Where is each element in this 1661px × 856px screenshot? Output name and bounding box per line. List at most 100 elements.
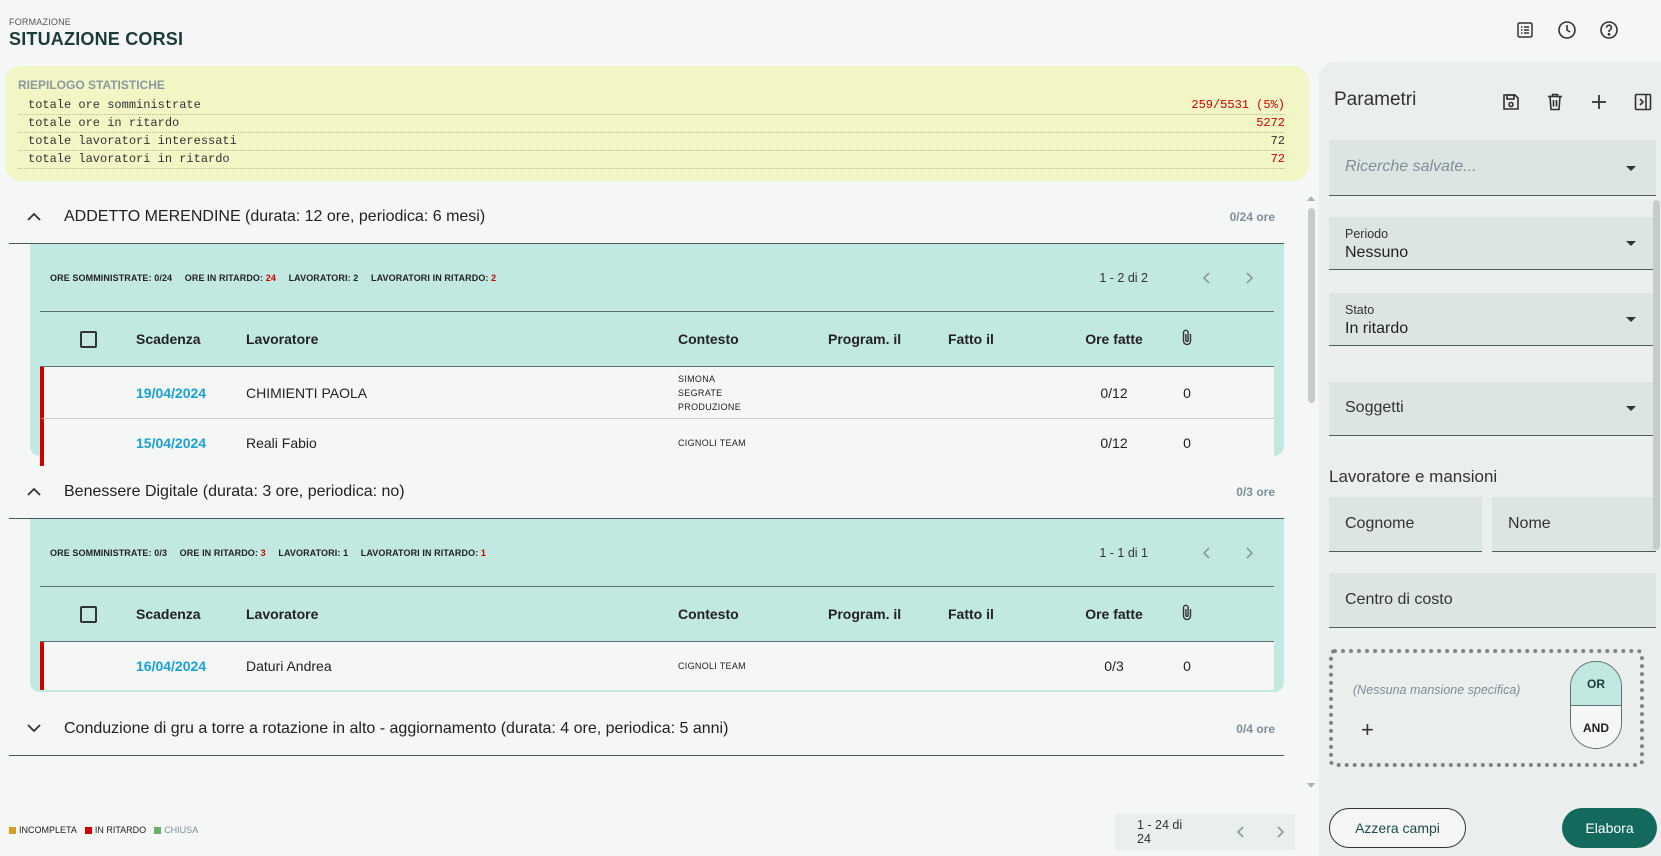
next-page-button[interactable] bbox=[1236, 271, 1264, 284]
stat-value: 2 bbox=[353, 272, 359, 283]
saved-searches-select[interactable]: Ricerche salvate... bbox=[1329, 140, 1656, 196]
next-page-button[interactable] bbox=[1268, 826, 1295, 838]
page-section-label: FORMAZIONE bbox=[9, 17, 71, 27]
lavoratore-name: Daturi Andrea bbox=[246, 658, 332, 674]
no-mansione-text: (Nessuna mansione specifica) bbox=[1353, 683, 1521, 697]
reset-button[interactable]: Azzera campi bbox=[1329, 808, 1466, 848]
col-fatto[interactable]: Fatto il bbox=[948, 606, 1066, 622]
stat-label: LAVORATORI: bbox=[278, 547, 341, 558]
help-icon[interactable] bbox=[1595, 16, 1623, 44]
col-ore-fatte[interactable]: Ore fatte bbox=[1066, 606, 1162, 622]
or-option[interactable]: OR bbox=[1571, 662, 1621, 706]
sidebar-scrollbar[interactable] bbox=[1653, 200, 1660, 550]
lavoratore-name: CHIMIENTI PAOLA bbox=[246, 384, 368, 401]
course-header[interactable]: Conduzione di gru a torre a rotazione in… bbox=[9, 702, 1284, 756]
stato-select[interactable]: Stato In ritardo bbox=[1329, 293, 1656, 346]
course-title: Benessere Digitale (durata: 3 ore, perio… bbox=[64, 482, 405, 500]
list-icon[interactable] bbox=[1511, 16, 1539, 44]
stat-row: totale lavoratori in ritardo 72 bbox=[18, 151, 1285, 169]
col-scadenza[interactable]: Scadenza bbox=[136, 606, 246, 622]
stato-label: Stato bbox=[1345, 303, 1375, 317]
contesto-line: SEGRATE bbox=[678, 387, 723, 398]
submit-button[interactable]: Elabora bbox=[1562, 808, 1657, 848]
contesto-line: CIGNOLI TEAM bbox=[678, 437, 746, 448]
stat-label: totale lavoratori interessati bbox=[28, 134, 237, 148]
parameters-toolbar bbox=[1497, 88, 1657, 116]
nome-placeholder: Nome bbox=[1508, 515, 1551, 532]
prev-page-button[interactable] bbox=[1192, 271, 1220, 284]
table-row[interactable]: 15/04/2024 Reali Fabio CIGNOLI TEAM 0/12… bbox=[40, 419, 1274, 466]
chevron-down-icon[interactable] bbox=[9, 724, 59, 733]
col-contesto[interactable]: Contesto bbox=[678, 606, 828, 622]
table-header: Scadenza Lavoratore Contesto Program. il… bbox=[40, 587, 1274, 642]
nome-field[interactable]: Nome bbox=[1492, 497, 1656, 552]
dropdown-arrow-icon bbox=[1626, 406, 1636, 411]
stat-label: ORE SOMMINISTRATE: bbox=[50, 272, 152, 283]
stat-label: totale ore somministrate bbox=[28, 98, 201, 112]
next-page-button[interactable] bbox=[1236, 546, 1264, 559]
col-programmato[interactable]: Program. il bbox=[828, 331, 948, 347]
col-fatto[interactable]: Fatto il bbox=[948, 331, 1066, 347]
list-scrollbar[interactable] bbox=[1307, 194, 1315, 790]
stato-value: In ritardo bbox=[1345, 320, 1409, 337]
stat-label: LAVORATORI: bbox=[288, 272, 351, 283]
stat-row: totale ore somministrate 259/5531 (5%) bbox=[18, 97, 1285, 115]
col-ore-fatte[interactable]: Ore fatte bbox=[1066, 331, 1162, 347]
mansioni-box: (Nessuna mansione specifica) + OR AND bbox=[1329, 649, 1644, 767]
stat-label: LAVORATORI IN RITARDO: bbox=[360, 547, 479, 558]
col-lavoratore[interactable]: Lavoratore bbox=[246, 331, 678, 347]
collapse-panel-icon[interactable] bbox=[1629, 88, 1657, 116]
course-header[interactable]: Benessere Digitale (durata: 3 ore, perio… bbox=[9, 465, 1284, 519]
table-row[interactable]: 16/04/2024 Daturi Andrea CIGNOLI TEAM 0/… bbox=[40, 642, 1274, 690]
add-mansione-icon[interactable]: + bbox=[1361, 717, 1374, 743]
stat-value: 1 bbox=[480, 547, 487, 558]
soggetti-select[interactable]: Soggetti bbox=[1329, 382, 1656, 436]
allegati-count: 0 bbox=[1183, 384, 1191, 401]
scadenza-date[interactable]: 15/04/2024 bbox=[136, 435, 246, 451]
prev-page-button[interactable] bbox=[1192, 546, 1220, 559]
centro-costo-field[interactable]: Centro di costo bbox=[1329, 573, 1656, 628]
stat-value: 24 bbox=[265, 272, 276, 283]
prev-page-button[interactable] bbox=[1226, 826, 1253, 838]
and-option[interactable]: AND bbox=[1571, 706, 1621, 748]
course-header[interactable]: ADDETTO MERENDINE (durata: 12 ore, perio… bbox=[9, 190, 1284, 244]
stat-label: ORE IN RITARDO: bbox=[179, 547, 259, 558]
stat-label: ORE SOMMINISTRATE: bbox=[50, 547, 152, 558]
history-icon[interactable] bbox=[1553, 16, 1581, 44]
table-row[interactable]: 19/04/2024 CHIMIENTI PAOLA SIMONA SEGRAT… bbox=[40, 367, 1274, 419]
contesto-cell: SIMONA SEGRATE PRODUZIONE bbox=[678, 372, 828, 414]
logic-toggle: OR AND bbox=[1570, 661, 1622, 749]
chevron-up-icon[interactable] bbox=[9, 487, 59, 496]
saved-searches-placeholder: Ricerche salvate... bbox=[1345, 158, 1477, 175]
periodo-select[interactable]: Periodo Nessuno bbox=[1329, 217, 1656, 270]
header-toolbar bbox=[1511, 16, 1661, 44]
scrollbar-thumb[interactable] bbox=[1308, 208, 1315, 403]
col-programmato[interactable]: Program. il bbox=[828, 606, 948, 622]
course-hours: 0/24 ore bbox=[1229, 209, 1275, 224]
page-title: SITUAZIONE CORSI bbox=[9, 29, 184, 49]
scadenza-date[interactable]: 16/04/2024 bbox=[136, 658, 246, 674]
course-panel: ORE SOMMINISTRATE: 0/24 ORE IN RITARDO: … bbox=[30, 244, 1284, 466]
pagination-range: 1 - 24 di 24 bbox=[1137, 818, 1183, 846]
contesto-line: CIGNOLI TEAM bbox=[678, 661, 746, 671]
ore-fatte: 0/12 bbox=[1100, 434, 1128, 451]
stat-value: 1 bbox=[343, 547, 349, 558]
select-all-checkbox[interactable] bbox=[79, 605, 97, 623]
legend-item: CHIUSA bbox=[154, 825, 198, 835]
select-all-checkbox[interactable] bbox=[79, 330, 97, 348]
stat-value: 72 bbox=[1270, 134, 1285, 148]
col-scadenza[interactable]: Scadenza bbox=[136, 331, 246, 347]
course-stats: ORE SOMMINISTRATE: 0/24 ORE IN RITARDO: … bbox=[50, 273, 1099, 283]
stat-value: 259/5531 (5%) bbox=[1191, 98, 1285, 112]
chevron-up-icon[interactable] bbox=[9, 212, 59, 221]
col-lavoratore[interactable]: Lavoratore bbox=[246, 606, 678, 622]
delete-icon[interactable] bbox=[1541, 88, 1569, 116]
col-contesto[interactable]: Contesto bbox=[678, 331, 828, 347]
save-icon[interactable] bbox=[1497, 88, 1525, 116]
footer-pagination: 1 - 24 di 24 bbox=[1115, 814, 1295, 850]
periodo-value: Nessuno bbox=[1345, 244, 1409, 261]
scadenza-date[interactable]: 19/04/2024 bbox=[136, 385, 246, 401]
cognome-field[interactable]: Cognome bbox=[1329, 497, 1482, 552]
periodo-label: Periodo bbox=[1345, 227, 1389, 241]
add-icon[interactable] bbox=[1585, 88, 1613, 116]
